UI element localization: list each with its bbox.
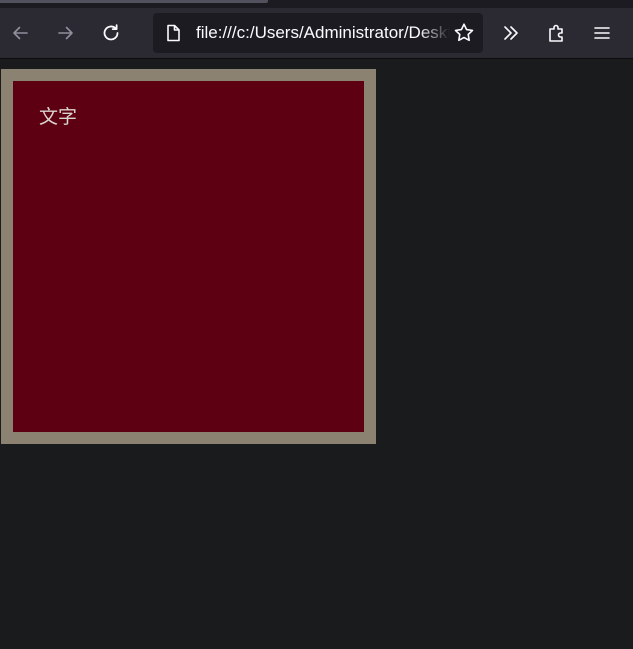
page-icon — [167, 24, 180, 42]
reload-button[interactable] — [95, 17, 127, 49]
forward-button[interactable] — [50, 17, 82, 49]
extensions-button[interactable] — [541, 17, 573, 49]
bookmark-star-icon[interactable] — [452, 21, 476, 45]
url-text[interactable]: file:///c:/Users/Administrator/Desktop/ — [196, 13, 450, 53]
address-bar[interactable]: file:///c:/Users/Administrator/Desktop/ — [153, 13, 483, 53]
chevrons-right-icon — [504, 26, 518, 40]
overflow-button[interactable] — [495, 17, 527, 49]
back-button[interactable] — [4, 17, 36, 49]
active-tab-edge[interactable] — [0, 0, 268, 3]
menu-button[interactable] — [586, 17, 618, 49]
page-viewport: 文字 — [0, 59, 633, 649]
reload-icon — [103, 24, 119, 41]
hamburger-menu-icon — [594, 27, 610, 39]
bordered-box: 文字 — [1, 69, 376, 444]
tab-strip — [0, 0, 633, 8]
box-text: 文字 — [39, 106, 78, 128]
browser-toolbar: file:///c:/Users/Administrator/Desktop/ — [0, 8, 633, 59]
arrow-right-icon — [58, 26, 73, 40]
puzzle-icon — [549, 24, 563, 42]
arrow-left-icon — [13, 26, 28, 40]
